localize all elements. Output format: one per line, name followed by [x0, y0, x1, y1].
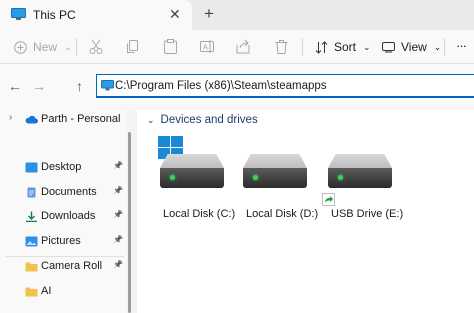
sidebar-item-desktop[interactable]: Desktop 📌 [0, 158, 127, 178]
view-icon [382, 42, 395, 53]
toolbar-divider [444, 38, 445, 56]
toolbar-divider [76, 38, 77, 56]
drive-led [170, 175, 175, 180]
sort-button[interactable]: Sort ⌄ [315, 40, 371, 54]
this-pc-icon [101, 80, 114, 91]
sidebar-item-ai[interactable]: AI [0, 282, 127, 302]
view-button[interactable]: View ⌄ [382, 40, 441, 54]
scrollbar-thumb[interactable] [128, 132, 131, 313]
sidebar-item-downloads[interactable]: Downloads 📌 [0, 207, 127, 227]
drive-label: Local Disk (C:) [163, 208, 236, 220]
address-bar[interactable] [96, 74, 474, 98]
sort-label: Sort [334, 40, 357, 54]
view-label: View [401, 40, 427, 54]
sidebar-item-label: Desktop [41, 161, 82, 173]
drive-e[interactable]: USB Drive (E:) [326, 136, 406, 236]
cut-icon[interactable] [89, 39, 103, 55]
tab-title: This PC [33, 8, 76, 22]
chevron-down-icon: ⌄ [64, 41, 72, 52]
shared-arrow-icon [322, 193, 335, 206]
title-bar: This PC ✕ + [0, 0, 474, 30]
sidebar-item-onedrive[interactable]: › Parth - Personal [0, 110, 127, 130]
sidebar-item-documents[interactable]: Documents 📌 [0, 183, 127, 203]
drive-led [338, 175, 343, 180]
plus-circle-icon [14, 40, 27, 54]
group-header-devices[interactable]: ⌄ Devices and drives [147, 114, 258, 126]
more-options-icon[interactable]: ··· [456, 38, 467, 53]
sidebar-item-label: Documents [41, 186, 97, 198]
drive-c[interactable]: Local Disk (C:) [158, 136, 238, 236]
rename-icon[interactable]: A [200, 39, 214, 54]
sidebar-item-label: AI [41, 285, 52, 297]
documents-icon [27, 187, 36, 198]
sidebar-item-label: Downloads [41, 210, 96, 222]
sidebar-item-label: Camera Roll [41, 260, 103, 272]
drive-d[interactable]: Local Disk (D:) [241, 136, 321, 236]
new-tab-button[interactable]: + [204, 4, 214, 24]
sidebar-item-label: Parth - Personal [41, 113, 121, 125]
usb-drive-icon [328, 154, 392, 168]
new-button[interactable]: New ⌄ [14, 40, 72, 54]
pin-icon[interactable]: 📌 [113, 186, 123, 195]
desktop-icon [25, 162, 38, 173]
hard-drive-icon [243, 154, 307, 168]
svg-text:A: A [203, 45, 208, 52]
close-icon[interactable]: ✕ [169, 6, 181, 23]
copy-icon[interactable] [126, 40, 139, 54]
back-arrow-icon[interactable]: ← [8, 78, 22, 94]
command-bar: New ⌄ A Sort ⌄ View ⌄ ··· [0, 30, 474, 64]
drive-label: USB Drive (E:) [331, 208, 404, 220]
sidebar-item-pictures[interactable]: Pictures 📌 [0, 232, 127, 252]
this-pc-icon [11, 8, 26, 20]
share-icon[interactable] [236, 39, 250, 54]
tab-this-pc[interactable]: This PC ✕ [0, 0, 192, 30]
sort-icon [315, 40, 328, 54]
chevron-right-icon[interactable]: › [9, 112, 12, 123]
pin-icon[interactable]: 📌 [113, 235, 123, 244]
sidebar-item-label: Pictures [41, 235, 81, 247]
new-label: New [33, 40, 58, 54]
downloads-icon [26, 211, 37, 222]
hard-drive-icon [160, 154, 224, 168]
chevron-down-icon: ⌄ [363, 41, 371, 52]
navigation-bar: ← → ↑ [0, 64, 474, 110]
drive-label: Local Disk (D:) [246, 208, 319, 220]
group-title: Devices and drives [160, 114, 258, 126]
sidebar-item-camera-roll[interactable]: Camera Roll 📌 [0, 257, 127, 277]
pin-icon[interactable]: 📌 [113, 161, 123, 170]
folder-icon [25, 262, 38, 272]
pin-icon[interactable]: 📌 [113, 210, 123, 219]
cloud-icon [25, 115, 38, 124]
address-input[interactable] [115, 77, 465, 95]
pin-icon[interactable]: 📌 [113, 260, 123, 269]
paste-icon[interactable] [164, 39, 177, 54]
drive-led [253, 175, 258, 180]
toolbar-divider [302, 38, 303, 56]
delete-icon[interactable] [275, 39, 288, 54]
chevron-down-icon[interactable]: ⌄ [147, 115, 155, 126]
chevron-down-icon: ⌄ [433, 41, 442, 52]
folder-icon [25, 287, 38, 297]
up-arrow-icon[interactable]: ↑ [76, 78, 83, 94]
pictures-icon [25, 236, 38, 247]
forward-arrow-icon[interactable]: → [32, 78, 46, 94]
